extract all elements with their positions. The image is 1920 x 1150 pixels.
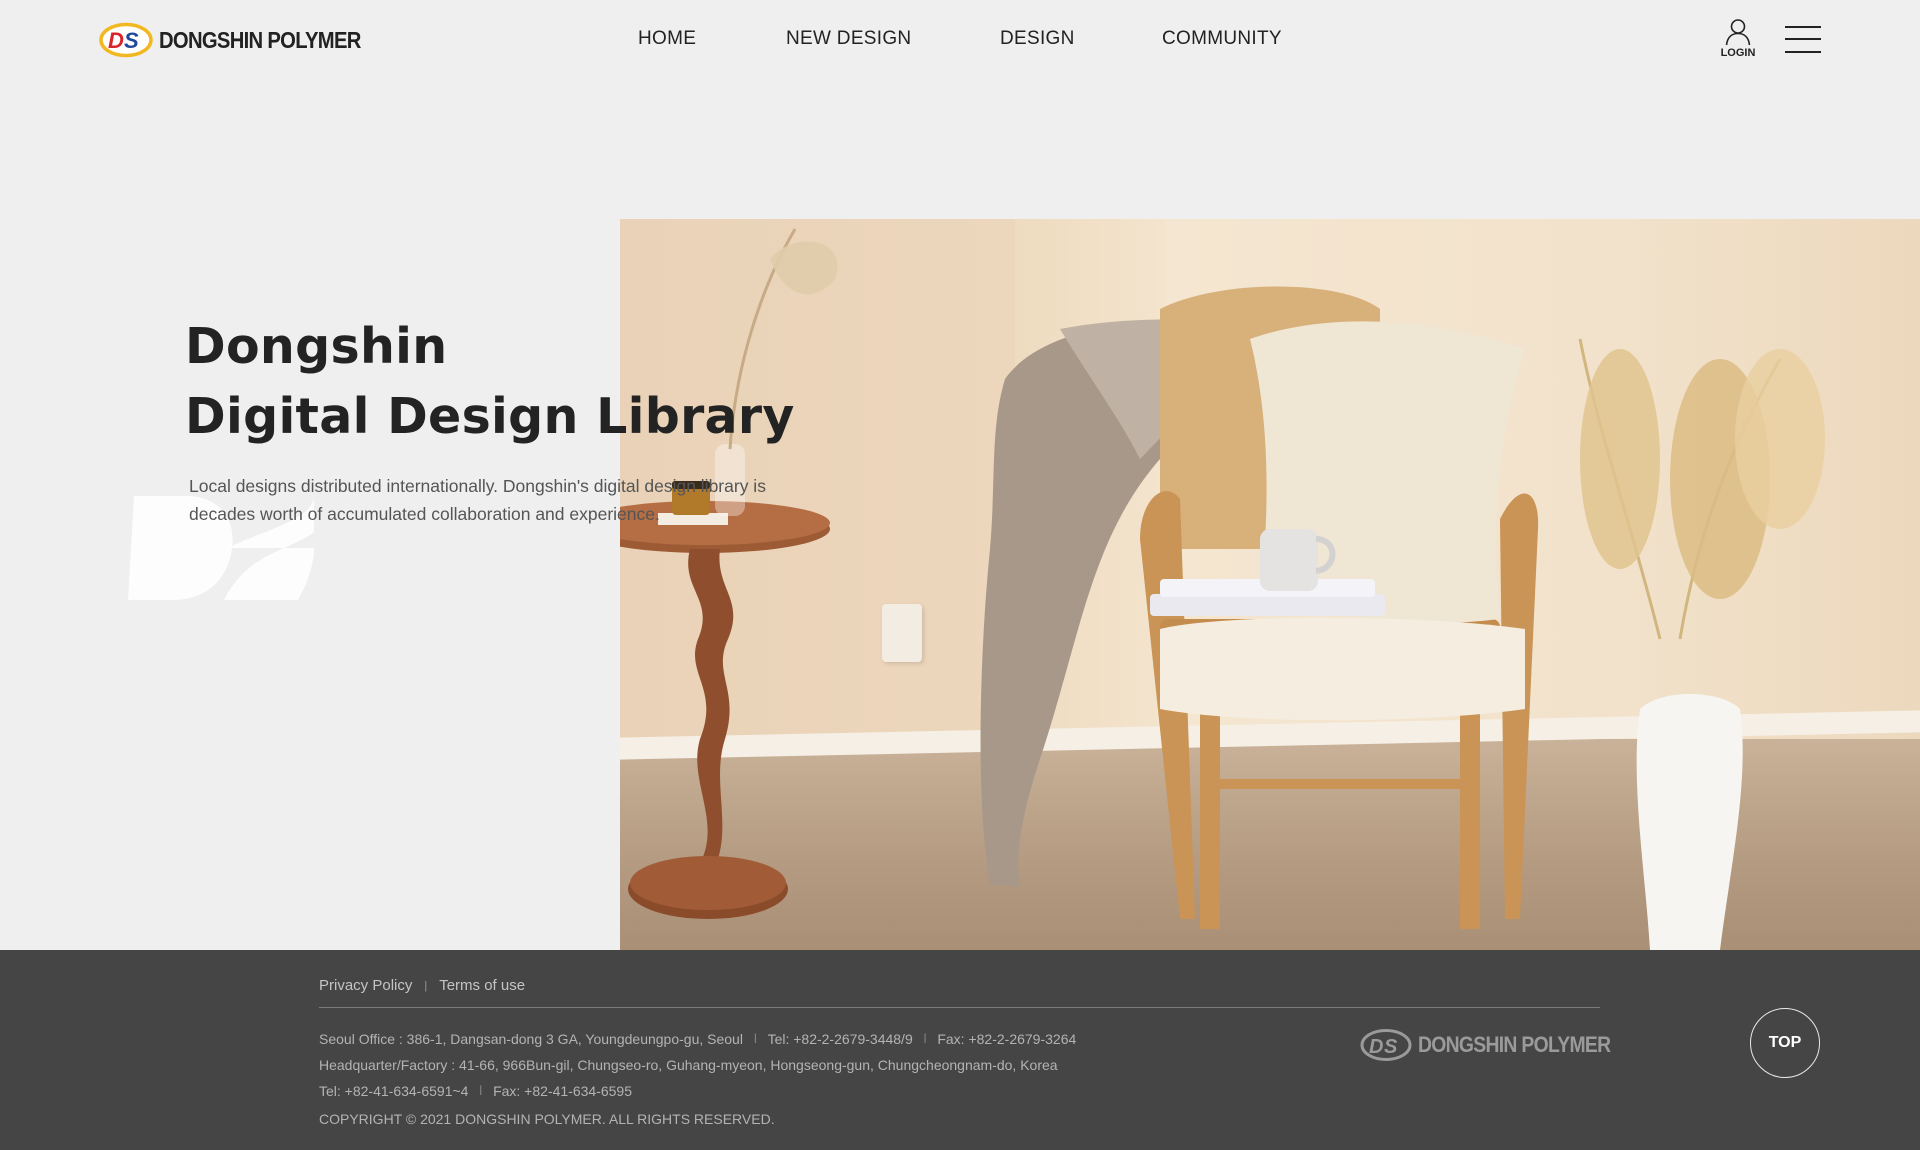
hq-tel: Tel: +82-41-634-6591~4 [319, 1083, 469, 1099]
info-separator: | [753, 1033, 757, 1044]
terms-of-use-link[interactable]: Terms of use [439, 977, 525, 994]
interior-illustration [620, 228, 1825, 950]
user-icon [1725, 19, 1751, 46]
hq-fax: Fax: +82-41-634-6595 [493, 1083, 632, 1099]
hero-title-line2: Digital Design Library [185, 388, 795, 445]
footer-brand-name: DONGSHIN POLYMER [1418, 1032, 1611, 1057]
info-separator: | [923, 1033, 927, 1044]
seoul-fax: Fax: +82-2-2679-3264 [937, 1031, 1077, 1047]
login-label: LOGIN [1720, 47, 1756, 59]
scroll-top-button[interactable]: TOP [1750, 1008, 1820, 1078]
footer-links: Privacy Policy | Terms of use [319, 977, 525, 994]
ds-logo-icon: D S [1360, 1029, 1412, 1061]
hero-title-line1: Dongshin [185, 318, 448, 375]
hero-image [620, 219, 1920, 950]
nav-home[interactable]: HOME [638, 28, 696, 50]
headquarter-address: Headquarter/Factory : 41-66, 966Bun-gil,… [319, 1057, 1058, 1073]
hero-description-line2: decades worth of accumulated collaborati… [189, 504, 660, 524]
privacy-policy-link[interactable]: Privacy Policy [319, 977, 412, 994]
hero-description-line1: Local designs distributed internationall… [189, 476, 766, 496]
company-info: Seoul Office : 386-1, Dangsan-dong 3 GA,… [319, 1026, 1076, 1132]
site-header: D S DONGSHIN POLYMER HOME NEW DESIGN DES… [0, 0, 1920, 80]
seoul-office-address: Seoul Office : 386-1, Dangsan-dong 3 GA,… [319, 1031, 743, 1047]
seoul-tel: Tel: +82-2-2679-3448/9 [767, 1031, 913, 1047]
footer-divider [319, 1007, 1600, 1008]
info-separator: | [479, 1085, 483, 1096]
nav-community[interactable]: COMMUNITY [1162, 28, 1282, 50]
site-footer: Privacy Policy | Terms of use Seoul Offi… [0, 950, 1920, 1150]
copyright: COPYRIGHT © 2021 DONGSHIN POLYMER. ALL R… [319, 1111, 775, 1127]
hero-description: Local designs distributed internationall… [189, 472, 829, 528]
nav-new-design[interactable]: NEW DESIGN [786, 28, 911, 50]
footer-logo: D S DONGSHIN POLYMER [1360, 1028, 1637, 1062]
main-nav: HOME NEW DESIGN DESIGN COMMUNITY [0, 28, 1920, 54]
hero-title: Dongshin Digital Design Library [185, 312, 795, 452]
nav-design[interactable]: DESIGN [1000, 28, 1075, 50]
svg-text:S: S [1384, 1036, 1398, 1058]
login-button[interactable]: LOGIN [1717, 18, 1759, 64]
link-separator: | [424, 979, 428, 992]
hamburger-menu-icon[interactable] [1785, 25, 1821, 55]
svg-text:D: D [1369, 1036, 1383, 1058]
